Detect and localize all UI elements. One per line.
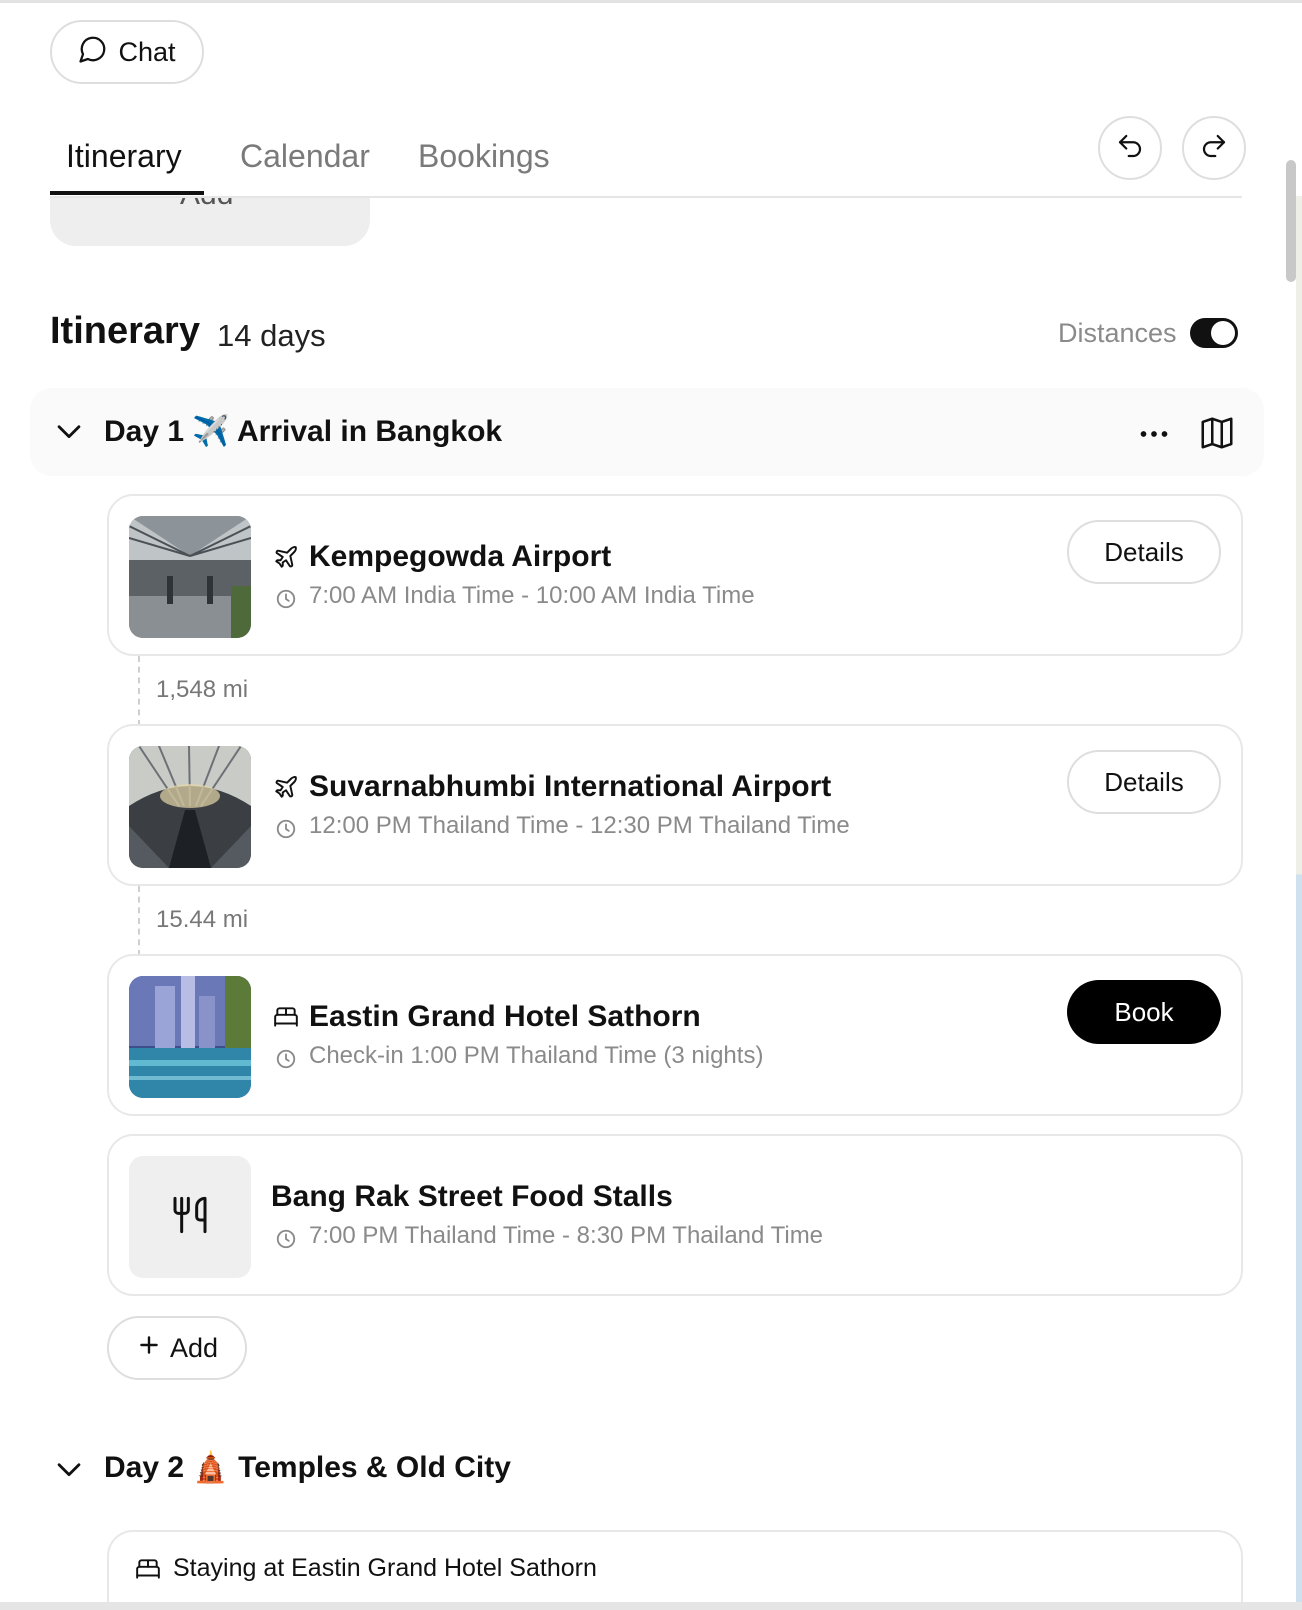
clock-icon <box>275 1048 297 1075</box>
itinerary-item-kempegowda-airport[interactable]: Kempegowda Airport 7:00 AM India Time - … <box>107 494 1243 656</box>
plane-icon <box>273 774 299 805</box>
tab-itinerary[interactable]: Itinerary <box>66 138 182 175</box>
bed-icon <box>273 1004 299 1035</box>
scrollbar-thumb[interactable] <box>1286 160 1296 282</box>
staying-at-card[interactable]: Staying at Eastin Grand Hotel Sathorn <box>107 1530 1243 1610</box>
staying-at-text: Staying at Eastin Grand Hotel Sathorn <box>173 1554 597 1582</box>
map-panel-edge <box>1296 196 1302 1610</box>
day-1-name: Arrival in Bangkok <box>237 415 503 448</box>
day-2-emoji: 🛕 <box>192 1451 230 1484</box>
active-tab-indicator <box>50 191 204 195</box>
distances-label: Distances <box>1058 318 1177 348</box>
item-time: 7:00 PM Thailand Time - 8:30 PM Thailand… <box>309 1222 824 1249</box>
airport-walkway-photo <box>129 746 251 868</box>
day-2-name: Temples & Old City <box>238 1451 511 1484</box>
bottom-edge <box>0 1602 1302 1610</box>
item-time: 12:00 PM Thailand Time - 12:30 PM Thaila… <box>309 812 850 839</box>
chat-button[interactable]: Chat <box>50 20 204 84</box>
details-button[interactable]: Details <box>1067 520 1221 584</box>
distances-toggle[interactable] <box>1190 318 1238 348</box>
more-options-icon[interactable] <box>1136 416 1172 457</box>
route-connector <box>138 656 140 726</box>
item-title: Bang Rak Street Food Stalls <box>271 1180 673 1213</box>
redo-icon <box>1199 131 1229 166</box>
clock-icon <box>275 1228 297 1255</box>
tab-bookings[interactable]: Bookings <box>418 138 550 175</box>
day-1-emoji: ✈️ <box>192 415 230 448</box>
chat-label: Chat <box>118 36 176 67</box>
chat-bubble-icon <box>78 34 108 71</box>
itinerary-item-eastin-grand-hotel[interactable]: Eastin Grand Hotel Sathorn Check-in 1:00… <box>107 954 1243 1116</box>
collapsed-add-label: Add <box>180 196 233 212</box>
chevron-down-icon[interactable] <box>52 414 86 453</box>
day-2-title[interactable]: Day 2 🛕 Temples & Old City <box>104 1450 511 1485</box>
restaurant-placeholder <box>129 1156 251 1278</box>
airport-terminal-photo <box>129 516 251 638</box>
item-title: Suvarnabhumbi International Airport <box>309 770 832 803</box>
distance-label: 1,548 mi <box>156 676 249 703</box>
item-time: 7:00 AM India Time - 10:00 AM India Time <box>309 582 755 609</box>
top-divider <box>0 0 1302 3</box>
itinerary-days-count: 14 days <box>217 318 326 353</box>
book-button[interactable]: Book <box>1067 980 1221 1044</box>
redo-button[interactable] <box>1182 116 1246 180</box>
view-tabs: Itinerary Calendar Bookings <box>50 120 1242 198</box>
item-time: Check-in 1:00 PM Thailand Time (3 nights… <box>309 1042 764 1069</box>
utensils-icon <box>170 1195 210 1240</box>
distance-label: 15.44 mi <box>156 906 249 933</box>
hotel-pool-photo <box>129 976 251 1098</box>
itinerary-item-suvarnabhumbi-airport[interactable]: Suvarnabhumbi International Airport 12:0… <box>107 724 1243 886</box>
day-1-title: Day 1 ✈️ Arrival in Bangkok <box>104 414 502 449</box>
route-connector <box>138 886 140 956</box>
collapsed-add-card[interactable]: Add <box>50 196 370 246</box>
chevron-down-icon[interactable] <box>52 1452 86 1491</box>
bed-icon <box>135 1556 161 1587</box>
toggle-knob <box>1211 321 1235 345</box>
undo-icon <box>1115 131 1145 166</box>
details-button[interactable]: Details <box>1067 750 1221 814</box>
undo-button[interactable] <box>1098 116 1162 180</box>
add-item-button[interactable]: Add <box>107 1316 247 1380</box>
day-2-label: Day 2 <box>104 1451 185 1484</box>
item-title: Eastin Grand Hotel Sathorn <box>309 1000 701 1033</box>
map-icon[interactable] <box>1198 414 1236 457</box>
itinerary-item-bang-rak-food[interactable]: Bang Rak Street Food Stalls 7:00 PM Thai… <box>107 1134 1243 1296</box>
day-1-label: Day 1 <box>104 415 185 448</box>
itinerary-title: Itinerary <box>50 310 200 352</box>
tab-calendar[interactable]: Calendar <box>240 138 370 175</box>
clock-icon <box>275 588 297 615</box>
day-1-header[interactable]: Day 1 ✈️ Arrival in Bangkok <box>30 388 1264 476</box>
clock-icon <box>275 818 297 845</box>
add-label: Add <box>169 1332 219 1363</box>
plane-icon <box>273 544 299 575</box>
item-title: Kempegowda Airport <box>309 540 612 573</box>
plus-icon <box>136 1332 162 1365</box>
